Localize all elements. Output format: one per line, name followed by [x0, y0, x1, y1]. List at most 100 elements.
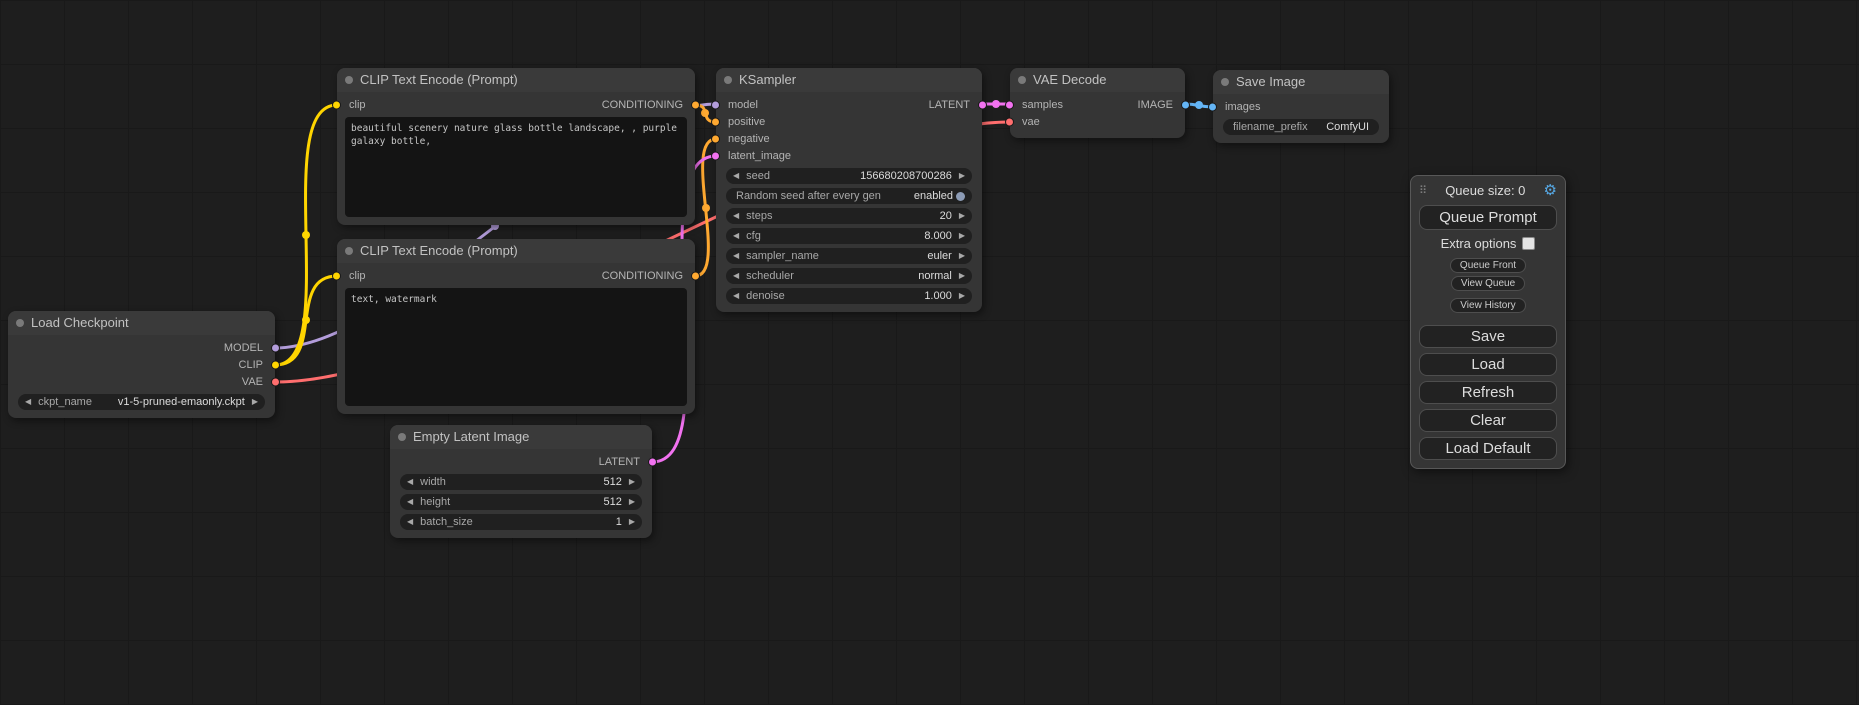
arrow-left-icon[interactable]: ◀	[407, 494, 413, 510]
widget-height[interactable]: ◀ height 512 ▶	[400, 494, 642, 510]
arrow-right-icon[interactable]: ▶	[629, 514, 635, 530]
node-titlebar[interactable]: Empty Latent Image	[390, 425, 652, 449]
output-port-latent[interactable]	[978, 100, 987, 109]
arrow-right-icon[interactable]: ▶	[629, 494, 635, 510]
arrow-right-icon[interactable]: ▶	[252, 394, 258, 410]
input-port-clip[interactable]	[332, 271, 341, 280]
output-port-conditioning[interactable]	[691, 271, 700, 280]
arrow-right-icon[interactable]: ▶	[959, 248, 965, 264]
output-label-latent: LATENT	[929, 99, 970, 111]
arrow-right-icon[interactable]: ▶	[629, 474, 635, 490]
view-history-button[interactable]: View History	[1450, 298, 1525, 313]
node-collapse-dot[interactable]	[345, 76, 353, 84]
widget-denoise[interactable]: ◀ denoise 1.000 ▶	[726, 288, 972, 304]
load-button[interactable]: Load	[1419, 353, 1557, 376]
output-port-vae[interactable]	[271, 377, 280, 386]
node-collapse-dot[interactable]	[16, 319, 24, 327]
widget-name: filename_prefix	[1233, 121, 1326, 133]
node-titlebar[interactable]: CLIP Text Encode (Prompt)	[337, 68, 695, 92]
arrow-left-icon[interactable]: ◀	[25, 394, 31, 410]
node-title: KSampler	[739, 68, 796, 92]
arrow-left-icon[interactable]: ◀	[733, 288, 739, 304]
input-port-images[interactable]	[1208, 102, 1217, 111]
save-button[interactable]: Save	[1419, 325, 1557, 348]
queue-menu-panel[interactable]: ⠿ Queue size: 0 ⚙ Queue Prompt Extra opt…	[1410, 175, 1566, 469]
arrow-left-icon[interactable]: ◀	[733, 228, 739, 244]
input-port-negative[interactable]	[711, 134, 720, 143]
widget-steps[interactable]: ◀ steps 20 ▶	[726, 208, 972, 224]
output-port-conditioning[interactable]	[691, 100, 700, 109]
load-default-button[interactable]: Load Default	[1419, 437, 1557, 460]
input-port-positive[interactable]	[711, 117, 720, 126]
arrow-left-icon[interactable]: ◀	[733, 268, 739, 284]
node-titlebar[interactable]: VAE Decode	[1010, 68, 1185, 92]
output-port-clip[interactable]	[271, 360, 280, 369]
queue-prompt-button[interactable]: Queue Prompt	[1419, 205, 1557, 230]
input-port-model[interactable]	[711, 100, 720, 109]
widget-scheduler[interactable]: ◀ scheduler normal ▶	[726, 268, 972, 284]
node-collapse-dot[interactable]	[345, 247, 353, 255]
link-midpoint-dot	[992, 100, 1000, 108]
widget-value: 20	[940, 210, 952, 222]
input-port-clip[interactable]	[332, 100, 341, 109]
widget-ckpt-name[interactable]: ◀ ckpt_name v1-5-pruned-emaonly.ckpt ▶	[18, 394, 265, 410]
widget-width[interactable]: ◀ width 512 ▶	[400, 474, 642, 490]
input-port-latent-image[interactable]	[711, 151, 720, 160]
arrow-right-icon[interactable]: ▶	[959, 208, 965, 224]
node-titlebar[interactable]: KSampler	[716, 68, 982, 92]
node-titlebar[interactable]: Save Image	[1213, 70, 1389, 94]
prompt-textarea[interactable]: beautiful scenery nature glass bottle la…	[345, 117, 687, 217]
refresh-button[interactable]: Refresh	[1419, 381, 1557, 404]
queue-size-label: Queue size: 0	[1427, 183, 1543, 198]
node-collapse-dot[interactable]	[398, 433, 406, 441]
node-collapse-dot[interactable]	[724, 76, 732, 84]
node-collapse-dot[interactable]	[1221, 78, 1229, 86]
output-port-latent[interactable]	[648, 457, 657, 466]
link-midpoint-dot	[702, 204, 710, 212]
output-port-image[interactable]	[1181, 100, 1190, 109]
arrow-left-icon[interactable]: ◀	[733, 168, 739, 184]
arrow-right-icon[interactable]: ▶	[959, 228, 965, 244]
node-titlebar[interactable]: CLIP Text Encode (Prompt)	[337, 239, 695, 263]
input-port-vae[interactable]	[1005, 117, 1014, 126]
node-save-image[interactable]: Save Image images filename_prefix ComfyU…	[1213, 70, 1389, 143]
view-queue-button[interactable]: View Queue	[1451, 276, 1525, 291]
node-titlebar[interactable]: Load Checkpoint	[8, 311, 275, 335]
widget-name: ckpt_name	[38, 396, 118, 408]
input-port-samples[interactable]	[1005, 100, 1014, 109]
node-load-checkpoint[interactable]: Load Checkpoint MODEL CLIP VAE ◀ ckpt_na…	[8, 311, 275, 418]
clear-button[interactable]: Clear	[1419, 409, 1557, 432]
widget-sampler-name[interactable]: ◀ sampler_name euler ▶	[726, 248, 972, 264]
output-port-model[interactable]	[271, 343, 280, 352]
node-empty-latent-image[interactable]: Empty Latent Image LATENT ◀ width 512 ▶ …	[390, 425, 652, 538]
extra-options-checkbox[interactable]	[1522, 237, 1535, 250]
prompt-textarea[interactable]: text, watermark	[345, 288, 687, 406]
widget-batch-size[interactable]: ◀ batch_size 1 ▶	[400, 514, 642, 530]
widget-name: batch_size	[420, 516, 616, 528]
drag-handle-icon[interactable]: ⠿	[1419, 184, 1427, 197]
queue-front-button[interactable]: Queue Front	[1450, 258, 1526, 273]
widget-random-seed-toggle[interactable]: Random seed after every gen enabled	[726, 188, 972, 204]
arrow-left-icon[interactable]: ◀	[407, 474, 413, 490]
widget-cfg[interactable]: ◀ cfg 8.000 ▶	[726, 228, 972, 244]
arrow-right-icon[interactable]: ▶	[959, 168, 965, 184]
output-label-vae: VAE	[242, 376, 263, 388]
graph-canvas[interactable]: { "colors": { "model": "#B39DDB", "clip"…	[0, 0, 1859, 705]
node-clip-text-encode-positive[interactable]: CLIP Text Encode (Prompt) clip CONDITION…	[337, 68, 695, 225]
widget-seed[interactable]: ◀ seed 156680208700286 ▶	[726, 168, 972, 184]
node-ksampler[interactable]: KSampler model LATENT positive negative …	[716, 68, 982, 312]
node-clip-text-encode-negative[interactable]: CLIP Text Encode (Prompt) clip CONDITION…	[337, 239, 695, 414]
widget-value: 1	[616, 516, 622, 528]
arrow-left-icon[interactable]: ◀	[733, 248, 739, 264]
output-label-conditioning: CONDITIONING	[602, 99, 683, 111]
node-collapse-dot[interactable]	[1018, 76, 1026, 84]
arrow-right-icon[interactable]: ▶	[959, 288, 965, 304]
settings-gear-icon[interactable]: ⚙	[1544, 181, 1557, 199]
arrow-right-icon[interactable]: ▶	[959, 268, 965, 284]
node-vae-decode[interactable]: VAE Decode samples IMAGE vae	[1010, 68, 1185, 138]
input-label-samples: samples	[1022, 99, 1063, 111]
widget-filename-prefix[interactable]: filename_prefix ComfyUI	[1223, 119, 1379, 135]
arrow-left-icon[interactable]: ◀	[407, 514, 413, 530]
toggle-dot[interactable]	[956, 192, 965, 201]
arrow-left-icon[interactable]: ◀	[733, 208, 739, 224]
